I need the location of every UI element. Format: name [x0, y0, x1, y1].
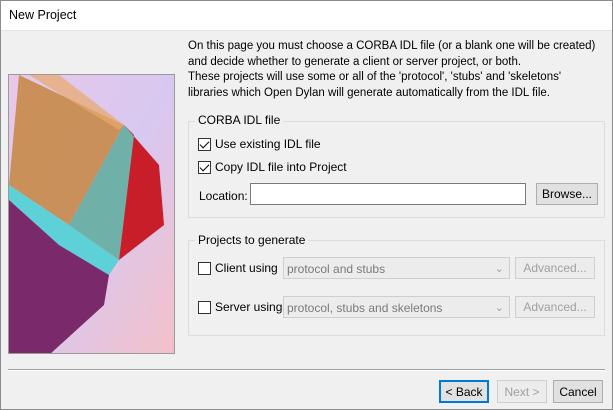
server-select-value: protocol, stubs and skeletons — [287, 301, 443, 315]
wizard-artwork — [8, 74, 175, 354]
client-advanced-button[interactable]: Advanced... — [515, 257, 595, 279]
server-label: Server using — [215, 300, 283, 314]
window-title: New Project — [9, 8, 77, 22]
intro-line: These projects will use some or all of t… — [188, 71, 562, 83]
cancel-button[interactable]: Cancel — [553, 380, 603, 403]
server-protocol-select[interactable]: protocol, stubs and skeletons ⌄ — [283, 296, 510, 318]
check-icon[interactable] — [198, 160, 211, 174]
client-label: Client using — [215, 261, 278, 275]
chevron-down-icon[interactable]: ⌄ — [495, 262, 504, 275]
location-label: Location: — [199, 189, 248, 203]
browse-button[interactable]: Browse... — [536, 183, 598, 205]
title-bar[interactable]: New Project — [0, 0, 613, 31]
wizard-artwork-image — [9, 75, 174, 353]
location-input[interactable] — [250, 183, 526, 205]
copy-idl-checkbox[interactable]: Copy IDL file into Project — [198, 159, 347, 175]
check-icon[interactable] — [198, 137, 211, 151]
copy-idl-label: Copy IDL file into Project — [215, 160, 347, 174]
intro-line: On this page you must choose a CORBA IDL… — [188, 40, 596, 52]
client-checkbox[interactable]: Client using — [198, 260, 278, 276]
footer-separator — [8, 369, 605, 371]
projects-group — [188, 240, 605, 336]
checkbox-box[interactable] — [198, 261, 211, 275]
next-button[interactable]: Next > — [497, 380, 547, 403]
back-button[interactable]: < Back — [439, 380, 489, 403]
intro-text: On this page you must choose a CORBA IDL… — [188, 39, 598, 101]
projects-group-legend: Projects to generate — [195, 233, 309, 247]
server-checkbox[interactable]: Server using — [198, 299, 282, 315]
use-existing-idl-label: Use existing IDL file — [215, 137, 321, 151]
client-protocol-select[interactable]: protocol and stubs ⌄ — [283, 257, 510, 279]
use-existing-idl-checkbox[interactable]: Use existing IDL file — [198, 136, 321, 152]
client-select-value: protocol and stubs — [287, 262, 386, 276]
server-advanced-button[interactable]: Advanced... — [515, 296, 595, 318]
intro-line: libraries which Open Dylan will generate… — [188, 86, 550, 99]
idl-file-group-legend: CORBA IDL file — [195, 113, 284, 127]
intro-line: and decide whether to generate a client … — [188, 55, 522, 68]
chevron-down-icon[interactable]: ⌄ — [495, 301, 504, 314]
checkbox-box[interactable] — [198, 300, 211, 314]
